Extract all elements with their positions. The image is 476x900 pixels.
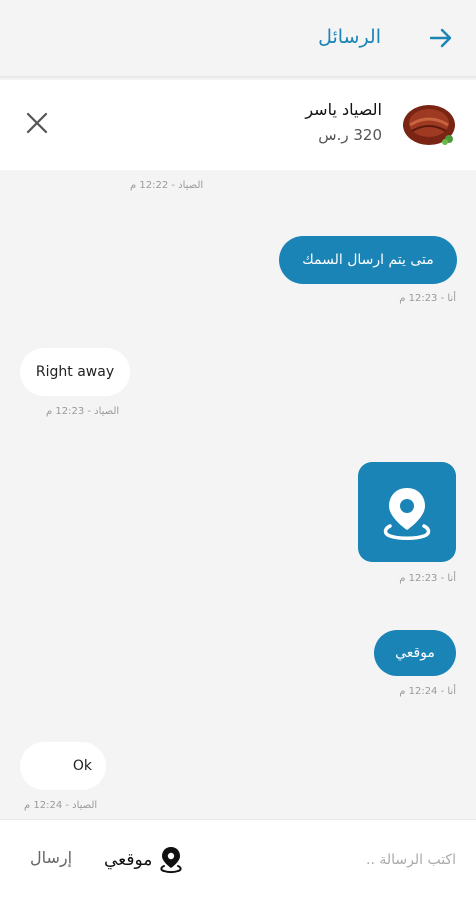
message-meta: الصياد - 12:24 م (24, 800, 98, 811)
send-button[interactable]: إرسال (30, 848, 72, 867)
message-meta: أنا - 12:23 م (399, 293, 456, 304)
product-price: 320 ر.س (318, 126, 382, 144)
message-meta: أنا - 12:23 م (399, 573, 456, 584)
message-bubble-outgoing: موقعي (374, 630, 456, 676)
map-pin-icon (383, 488, 431, 540)
product-thumbnail (403, 105, 455, 145)
page-title: الرسائل (318, 26, 381, 48)
share-location-button[interactable]: موقعي (104, 840, 182, 880)
message-meta: الصياد - 12:23 م (46, 406, 120, 417)
message-bubble-incoming: Right away (20, 348, 130, 396)
message-bubble-outgoing: متى يتم ارسال السمك (279, 236, 457, 284)
seller-name: الصياد ياسر (305, 100, 382, 119)
back-arrow-icon[interactable] (428, 25, 454, 51)
top-bar: الرسائل (0, 0, 476, 78)
product-card[interactable]: الصياد ياسر 320 ر.س (0, 80, 476, 170)
location-message-card[interactable] (358, 462, 456, 562)
close-icon[interactable] (24, 110, 50, 136)
message-bubble-incoming: Ok (20, 742, 106, 790)
message-composer: موقعي إرسال (0, 819, 476, 900)
message-input[interactable] (204, 844, 458, 876)
location-button-label: موقعي (104, 850, 153, 870)
message-meta: الصياد - 12:22 م (130, 180, 204, 191)
location-pin-icon (160, 847, 182, 874)
message-meta: أنا - 12:24 م (399, 686, 456, 697)
